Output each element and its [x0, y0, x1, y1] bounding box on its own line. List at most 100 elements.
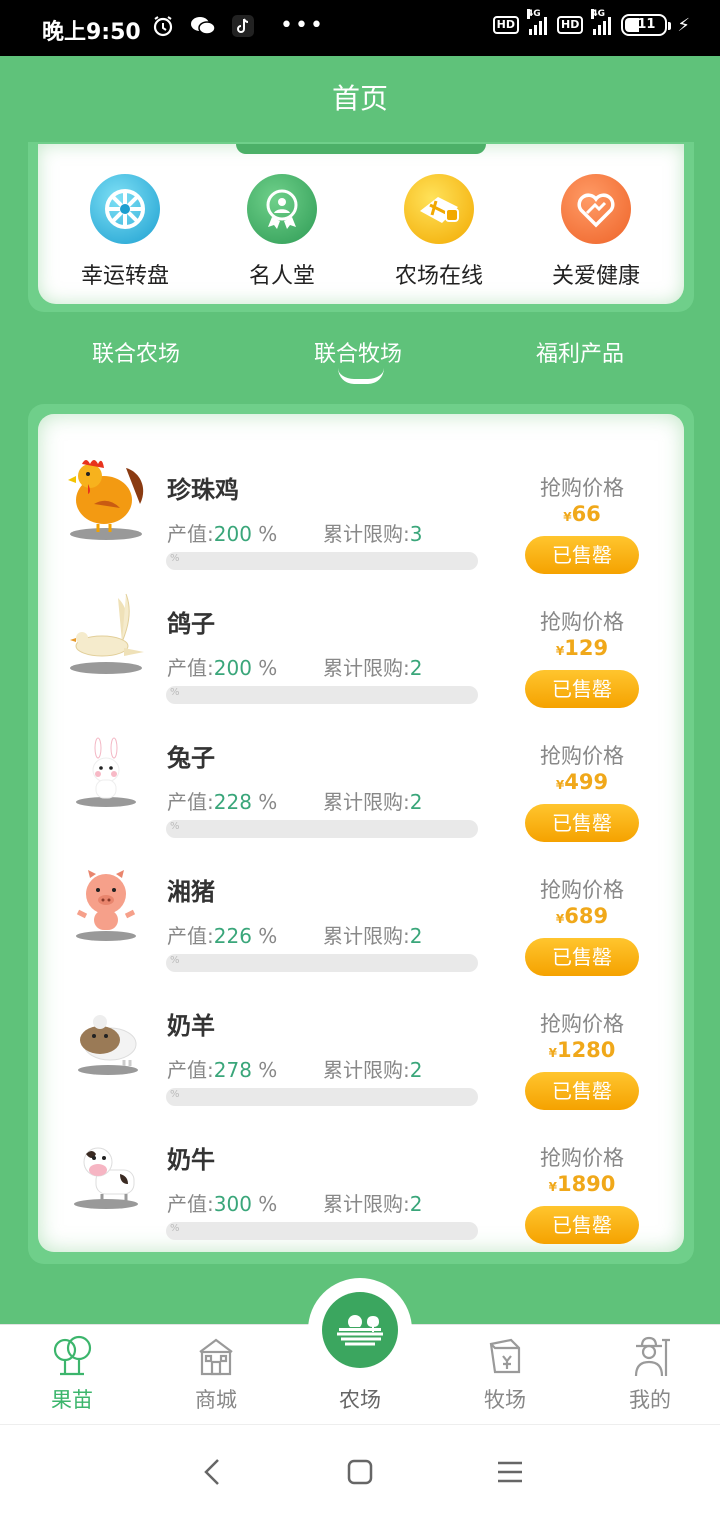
product-row[interactable]: 珍珠鸡 产值:200 % 累计限购:3 % 抢购价格 ¥66 已售罄: [38, 440, 684, 574]
back-icon[interactable]: [194, 1452, 234, 1492]
quick-item-label: 名人堂: [248, 264, 315, 289]
product-name: 奶羊: [167, 1012, 215, 1040]
farmer-icon: [628, 1334, 672, 1378]
product-name: 湘猪: [167, 878, 215, 906]
hd-badge-2: HD: [557, 16, 584, 34]
product-value: 产值:278 %: [167, 1058, 278, 1082]
product-name: 兔子: [167, 744, 215, 772]
nav-item-ranch[interactable]: 牧场: [455, 1334, 555, 1414]
medal-icon: [247, 174, 317, 244]
nav-label: 商城: [195, 1388, 237, 1412]
product-price: ¥129: [555, 636, 609, 660]
shop-icon: [194, 1334, 238, 1378]
nav-item-mine[interactable]: 我的: [600, 1334, 700, 1414]
progress-bar: %: [166, 820, 478, 838]
nav-label-farm[interactable]: 农场: [310, 1384, 410, 1414]
product-value: 产值:300 %: [167, 1192, 278, 1216]
product-limit: 累计限购:2: [323, 924, 423, 948]
dove-icon: [66, 582, 150, 674]
quick-item-care-health[interactable]: 关爱健康: [526, 174, 666, 290]
quick-item-farm-online[interactable]: 农场在线: [369, 174, 509, 290]
rooster-icon: [66, 448, 150, 540]
product-row[interactable]: 湘猪 产值:226 % 累计限购:2 % 抢购价格 ¥689 已售罄: [38, 842, 684, 976]
sold-out-button[interactable]: 已售罄: [525, 536, 639, 574]
product-price: ¥1280: [548, 1038, 616, 1062]
wechat-icon: [190, 14, 216, 38]
hd-badge: HD: [492, 16, 520, 34]
field-icon[interactable]: [322, 1292, 398, 1368]
price-label: 抢购价格: [540, 476, 624, 500]
product-price: ¥1890: [548, 1172, 616, 1196]
nav-item-seedlings[interactable]: 果苗: [22, 1334, 122, 1414]
quick-menu-tab: [236, 144, 486, 154]
charging-icon: ⚡: [677, 14, 690, 36]
quick-item-lucky-wheel[interactable]: 幸运转盘: [55, 174, 195, 290]
signal-icon: 4G: [527, 9, 548, 35]
product-limit: 累计限购:2: [323, 1192, 423, 1216]
progress-bar: %: [166, 552, 478, 570]
page-title: 首页: [331, 82, 388, 115]
nav-label: 牧场: [484, 1388, 526, 1412]
tab-welfare-products[interactable]: 福利产品: [536, 336, 624, 368]
sold-out-button[interactable]: 已售罄: [525, 804, 639, 842]
heart-hand-icon: [561, 174, 631, 244]
nav-item-mall[interactable]: 商城: [166, 1334, 266, 1414]
tiktok-icon: [230, 14, 256, 38]
nav-label: 我的: [629, 1388, 671, 1412]
product-row[interactable]: 奶牛 产值:300 % 累计限购:2 % 抢购价格 ¥1890 已售罄: [38, 1110, 684, 1244]
product-limit: 累计限购:3: [323, 522, 423, 546]
status-time: 晚上9:50: [42, 20, 141, 45]
signal-icon-2: 4G: [591, 9, 612, 35]
quick-item-label: 幸运转盘: [80, 264, 169, 289]
tab-joint-farm[interactable]: 联合农场: [92, 336, 180, 368]
product-limit: 累计限购:2: [323, 656, 423, 680]
product-name: 珍珠鸡: [167, 476, 239, 504]
price-label: 抢购价格: [540, 610, 624, 634]
product-value: 产值:200 %: [167, 522, 278, 546]
sold-out-button[interactable]: 已售罄: [525, 938, 639, 976]
product-row[interactable]: 兔子 产值:228 % 累计限购:2 % 抢购价格 ¥499 已售罄: [38, 708, 684, 842]
progress-bar: %: [166, 1088, 478, 1106]
cow-icon: [66, 1118, 150, 1210]
product-name: 鸽子: [167, 610, 215, 638]
product-value: 产值:228 %: [167, 790, 278, 814]
progress-bar: %: [166, 686, 478, 704]
nav-label: 果苗: [51, 1388, 93, 1412]
status-bar: 晚上9:50 ••• HD 4G HD 4G 11 ⚡: [0, 0, 720, 56]
price-label: 抢购价格: [540, 1146, 624, 1170]
quick-item-label: 农场在线: [394, 264, 483, 289]
progress-bar: %: [166, 1222, 478, 1240]
pig-icon: [66, 850, 150, 942]
product-limit: 累计限购:2: [323, 1058, 423, 1082]
product-price: ¥66: [563, 502, 601, 526]
quick-item-hall-of-fame[interactable]: 名人堂: [212, 174, 352, 290]
product-row[interactable]: 奶羊 产值:278 % 累计限购:2 % 抢购价格 ¥1280 已售罄: [38, 976, 684, 1110]
menu-icon[interactable]: [490, 1452, 530, 1492]
tab-joint-ranch[interactable]: 联合牧场: [314, 336, 402, 368]
product-price: ¥689: [555, 904, 609, 928]
farm-online-icon: [404, 174, 474, 244]
product-price: ¥499: [555, 770, 609, 794]
rabbit-icon: [66, 716, 150, 808]
price-label: 抢购价格: [540, 1012, 624, 1036]
quick-item-label: 关爱健康: [551, 264, 640, 289]
product-value: 产值:226 %: [167, 924, 278, 948]
sold-out-button[interactable]: 已售罄: [525, 670, 639, 708]
tree-icon: [50, 1334, 94, 1378]
product-row[interactable]: 鸽子 产值:200 % 累计限购:2 % 抢购价格 ¥129 已售罄: [38, 574, 684, 708]
price-label: 抢购价格: [540, 878, 624, 902]
battery-icon: 11: [621, 14, 672, 36]
product-value: 产值:200 %: [167, 656, 278, 680]
wheel-icon: [90, 174, 160, 244]
more-notifications-icon: •••: [280, 13, 325, 38]
ranch-icon: [483, 1334, 527, 1378]
sold-out-button[interactable]: 已售罄: [525, 1072, 639, 1110]
home-icon[interactable]: [340, 1452, 380, 1492]
alarm-icon: [150, 14, 176, 38]
sold-out-button[interactable]: 已售罄: [525, 1206, 639, 1244]
progress-bar: %: [166, 954, 478, 972]
price-label: 抢购价格: [540, 744, 624, 768]
product-name: 奶牛: [167, 1146, 215, 1174]
sheep-icon: [66, 984, 150, 1076]
product-limit: 累计限购:2: [323, 790, 423, 814]
